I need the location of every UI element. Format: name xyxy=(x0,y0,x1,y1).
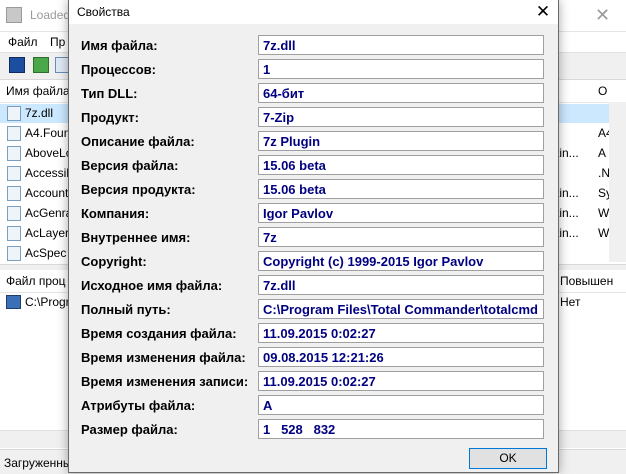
field-label: Размер файла: xyxy=(81,422,178,437)
field-value-box[interactable]: 64-бит xyxy=(258,83,544,103)
row-name: AboveLo xyxy=(25,146,73,160)
row-name: AcSpec xyxy=(25,246,67,260)
field-value-box[interactable]: 15.06 beta xyxy=(258,179,544,199)
field-value: 09.08.2015 12:21:26 xyxy=(263,350,384,365)
field-label: Время создания файла: xyxy=(81,326,237,341)
field-label: Версия файла: xyxy=(81,158,179,173)
field-label: Описание файла: xyxy=(81,134,195,149)
dialog-title: Свойства xyxy=(77,5,130,19)
field-value-box[interactable]: 09.08.2015 12:21:26 xyxy=(258,347,544,367)
row-name: Accessib xyxy=(25,166,74,180)
dll-file-icon xyxy=(7,246,21,261)
dialog-titlebar[interactable]: Свойства ✕ xyxy=(69,0,558,24)
dll-file-icon xyxy=(7,206,21,221)
dll-file-icon xyxy=(7,226,21,241)
field-label: Время изменения записи: xyxy=(81,374,249,389)
field-value: 11.09.2015 0:02:27 xyxy=(263,326,376,341)
field-value: 7z xyxy=(263,230,277,245)
field-value-box[interactable]: 11.09.2015 0:02:27 xyxy=(258,371,544,391)
row-name: 7z.dll xyxy=(25,106,54,120)
process-icon xyxy=(6,295,21,309)
field-value: 1 528 832 xyxy=(263,422,336,437)
field-value-box[interactable]: 7z xyxy=(258,227,544,247)
row-tail: tin... xyxy=(556,146,579,160)
field-value-box[interactable]: C:\Program Files\Total Commander\totalcm… xyxy=(258,299,544,319)
column-o[interactable]: О xyxy=(598,84,607,98)
field-value: 64-бит xyxy=(263,86,305,101)
field-value: 7z.dll xyxy=(263,278,296,293)
row-tail: Нет xyxy=(560,295,581,309)
dll-file-icon xyxy=(7,126,21,141)
field-value-box[interactable]: 11.09.2015 0:02:27 xyxy=(258,323,544,343)
column-elevated[interactable]: Повышен xyxy=(560,274,613,288)
field-label: Copyright: xyxy=(81,254,147,269)
row-tail: W xyxy=(598,206,610,220)
row-tail: tin... xyxy=(556,186,579,200)
field-value-box[interactable]: Igor Pavlov xyxy=(258,203,544,223)
field-value-box[interactable]: A xyxy=(258,395,544,415)
save-icon[interactable] xyxy=(9,57,25,73)
field-value: 7z Plugin xyxy=(263,134,321,149)
field-label: Продукт: xyxy=(81,110,139,125)
column-file-name[interactable]: Имя файла xyxy=(6,84,70,98)
row-tail: A xyxy=(598,146,607,160)
field-value-box[interactable]: 1 528 832 xyxy=(258,419,544,439)
dll-file-icon xyxy=(7,166,21,181)
field-value-box[interactable]: Copyright (c) 1999-2015 Igor Pavlov xyxy=(258,251,544,271)
row-name: C:\Progr xyxy=(25,295,70,309)
field-value: 15.06 beta xyxy=(263,158,326,173)
field-label: Атрибуты файла: xyxy=(81,398,196,413)
ok-button[interactable]: OK xyxy=(469,448,547,469)
row-tail: W xyxy=(598,226,610,240)
status-text: Загруженны xyxy=(4,456,72,470)
row-tail: tin... xyxy=(556,226,579,240)
field-value-box[interactable]: 1 xyxy=(258,59,544,79)
field-label: Полный путь: xyxy=(81,302,171,317)
close-icon[interactable]: ✕ xyxy=(528,0,558,24)
field-label: Тип DLL: xyxy=(81,86,138,101)
field-label: Версия продукта: xyxy=(81,182,196,197)
field-label: Исходное имя файла: xyxy=(81,278,223,293)
column-process-file[interactable]: Файл проц xyxy=(6,274,66,288)
dll-file-icon xyxy=(7,146,21,161)
field-value: 7-Zip xyxy=(263,110,295,125)
field-value: A xyxy=(263,398,273,413)
field-label: Время изменения файла: xyxy=(81,350,246,365)
field-value: 7z.dll xyxy=(263,38,296,53)
dll-file-icon xyxy=(7,106,21,121)
menu-second[interactable]: Пр xyxy=(50,35,65,49)
row-name: Account xyxy=(25,186,69,200)
row-tail: tin... xyxy=(556,206,579,220)
field-value-box[interactable]: 7-Zip xyxy=(258,107,544,127)
field-value: Igor Pavlov xyxy=(263,206,334,221)
field-value-box[interactable]: 7z Plugin xyxy=(258,131,544,151)
field-value: 15.06 beta xyxy=(263,182,326,197)
field-value-box[interactable]: 7z.dll xyxy=(258,275,544,295)
field-value-box[interactable]: 7z.dll xyxy=(258,35,544,55)
field-value: Copyright (c) 1999-2015 Igor Pavlov xyxy=(263,254,484,269)
app-icon xyxy=(6,7,22,23)
row-name: A4.Foun xyxy=(25,126,71,140)
field-value: 1 xyxy=(263,62,271,77)
menu-file[interactable]: Файл xyxy=(8,35,38,49)
field-value: 11.09.2015 0:02:27 xyxy=(263,374,376,389)
field-label: Компания: xyxy=(81,206,150,221)
dll-file-icon xyxy=(7,186,21,201)
field-label: Имя файла: xyxy=(81,38,158,53)
close-icon[interactable]: ✕ xyxy=(580,0,625,31)
vertical-scrollbar[interactable] xyxy=(609,102,626,262)
refresh-icon[interactable] xyxy=(33,57,49,73)
field-label: Процессов: xyxy=(81,62,156,77)
field-label: Внутреннее имя: xyxy=(81,230,191,245)
field-value: C:\Program Files\Total Commander\totalcm… xyxy=(263,302,538,317)
main-window-title: Loaded xyxy=(30,8,71,22)
field-value-box[interactable]: 15.06 beta xyxy=(258,155,544,175)
properties-dialog: Свойства ✕ Имя файла: 7z.dll Процессов: 1 Ти… xyxy=(68,0,559,473)
